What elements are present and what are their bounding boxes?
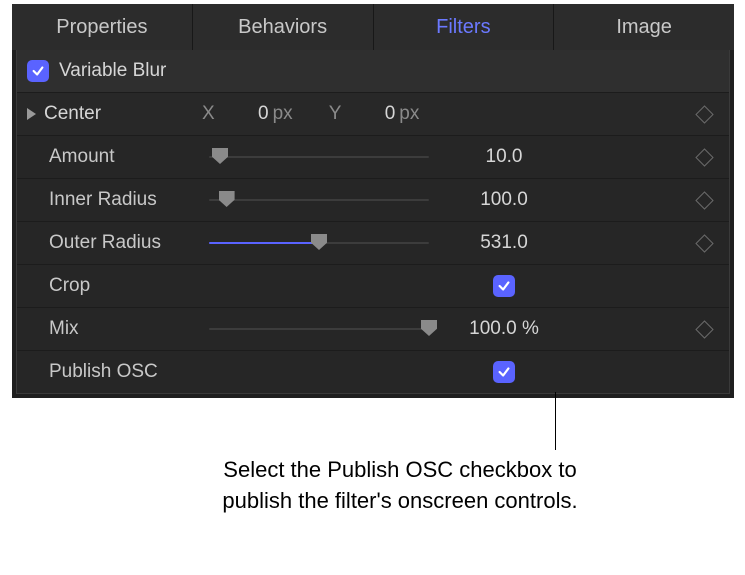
crop-label: Crop	[49, 275, 209, 297]
inner-radius-value[interactable]: 100.0	[449, 189, 559, 211]
row-crop: Crop	[17, 265, 729, 308]
publish-osc-checkbox[interactable]	[493, 361, 515, 383]
mix-value[interactable]: 100.0 %	[449, 318, 559, 340]
tab-filters[interactable]: Filters	[374, 4, 555, 50]
inspector-panel: Properties Behaviors Filters Image Varia…	[12, 4, 734, 398]
row-center: Center X 0px Y 0px	[17, 93, 729, 136]
inner-radius-label: Inner Radius	[49, 189, 209, 211]
row-outer-radius: Outer Radius 531.0	[17, 222, 729, 265]
filter-enable-checkbox[interactable]	[27, 60, 49, 82]
tab-behaviors[interactable]: Behaviors	[193, 4, 374, 50]
publish-osc-label: Publish OSC	[49, 361, 209, 383]
row-mix: Mix 100.0 %	[17, 308, 729, 351]
keyframe-outer-radius[interactable]	[679, 237, 729, 250]
inspector-body: Variable Blur Center X 0px Y 0px Amount …	[16, 50, 730, 394]
keyframe-amount[interactable]	[679, 151, 729, 164]
center-y-label: Y	[329, 103, 342, 125]
mix-label: Mix	[49, 318, 209, 340]
amount-label: Amount	[49, 146, 209, 168]
callout-text: Select the Publish OSC checkbox to publi…	[200, 455, 600, 517]
disclosure-triangle-icon[interactable]	[27, 108, 36, 120]
callout-line	[555, 392, 556, 450]
outer-radius-slider[interactable]	[209, 233, 429, 253]
filter-header-row: Variable Blur	[17, 50, 729, 93]
filter-title: Variable Blur	[59, 60, 166, 82]
center-y-value[interactable]: 0px	[349, 103, 425, 125]
center-x-label: X	[202, 103, 215, 125]
diamond-icon	[695, 234, 713, 252]
check-icon	[497, 365, 511, 379]
amount-value[interactable]: 10.0	[449, 146, 559, 168]
diamond-icon	[695, 191, 713, 209]
outer-radius-value[interactable]: 531.0	[449, 232, 559, 254]
diamond-icon	[695, 105, 713, 123]
row-amount: Amount 10.0	[17, 136, 729, 179]
row-inner-radius: Inner Radius 100.0	[17, 179, 729, 222]
check-icon	[31, 64, 45, 78]
crop-checkbox[interactable]	[493, 275, 515, 297]
row-publish-osc: Publish OSC	[17, 351, 729, 393]
tab-bar: Properties Behaviors Filters Image	[12, 4, 734, 50]
diamond-icon	[695, 320, 713, 338]
diamond-icon	[695, 148, 713, 166]
keyframe-mix[interactable]	[679, 323, 729, 336]
tab-image[interactable]: Image	[554, 4, 734, 50]
mix-slider[interactable]	[209, 319, 429, 339]
keyframe-center[interactable]	[679, 108, 729, 121]
keyframe-inner-radius[interactable]	[679, 194, 729, 207]
outer-radius-label: Outer Radius	[49, 232, 209, 254]
tab-properties[interactable]: Properties	[12, 4, 193, 50]
inner-radius-slider[interactable]	[209, 190, 429, 210]
center-x-value[interactable]: 0px	[223, 103, 299, 125]
center-label: Center	[44, 103, 194, 125]
amount-slider[interactable]	[209, 147, 429, 167]
check-icon	[497, 279, 511, 293]
